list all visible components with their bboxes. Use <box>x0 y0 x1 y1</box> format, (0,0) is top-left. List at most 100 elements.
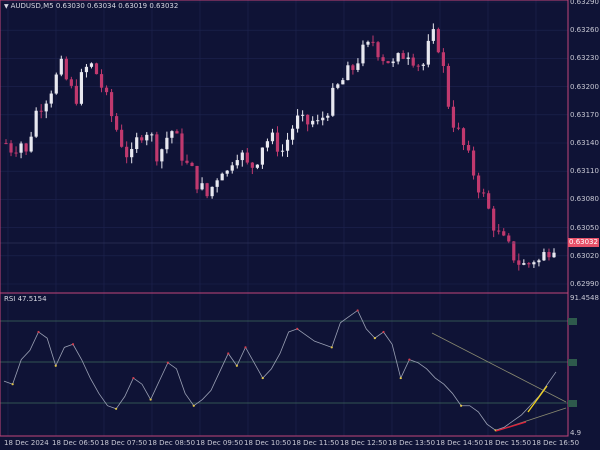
rsi-peak-dot <box>356 309 359 312</box>
candle <box>200 177 204 191</box>
candle <box>59 55 63 77</box>
candle <box>210 186 214 199</box>
candle <box>120 124 124 148</box>
price-tick-label: 0.63260 <box>570 26 599 35</box>
candle <box>416 63 420 72</box>
candle <box>537 258 541 267</box>
price-tick-label: 0.63140 <box>570 139 599 147</box>
candle <box>527 262 531 268</box>
candle <box>542 248 546 262</box>
rsi-trough-dot <box>192 404 195 407</box>
candle <box>14 146 18 157</box>
candle <box>260 147 265 169</box>
trendline-yellow[interactable] <box>527 385 548 413</box>
candle <box>466 140 471 153</box>
candle <box>396 52 400 65</box>
price-tick-label: 0.63020 <box>570 251 599 260</box>
candle <box>507 233 511 244</box>
candle <box>270 128 275 145</box>
candle <box>547 248 551 261</box>
candle <box>94 62 99 75</box>
price-tick-label: 0.63290 <box>570 0 599 6</box>
rsi-level-marker <box>568 359 577 366</box>
rsi-peak-dot <box>244 346 247 349</box>
candle <box>306 114 310 132</box>
candle <box>326 113 330 122</box>
rsi-tick-label: 4.9 <box>570 429 582 437</box>
candle <box>215 178 219 193</box>
chart-window[interactable]: ▼ AUDUSD,M5 0.63030 0.63034 0.63019 0.630… <box>0 0 600 450</box>
rsi-peak-dot <box>382 330 385 334</box>
candle <box>84 63 89 78</box>
trendline-upper[interactable] <box>431 332 567 403</box>
trendline-red[interactable] <box>495 421 527 432</box>
candle <box>301 110 305 122</box>
candle <box>371 35 375 47</box>
candle <box>492 205 496 238</box>
candle <box>311 116 315 128</box>
price-tick-label: 0.63050 <box>570 223 599 232</box>
candle <box>39 104 43 119</box>
rsi-trough-dot <box>235 364 238 367</box>
rsi-trough-dot <box>399 376 402 380</box>
rsi-peak-dot <box>227 352 230 355</box>
rsi-level-marker <box>568 318 577 325</box>
candle <box>497 224 501 235</box>
candle <box>321 111 325 126</box>
candle <box>155 131 159 166</box>
candle <box>140 135 144 143</box>
candle <box>49 90 53 108</box>
candle <box>150 132 154 142</box>
rsi-pane-frame <box>0 292 569 437</box>
candle <box>19 141 23 159</box>
candle <box>185 154 189 165</box>
candle <box>245 148 249 165</box>
price-tick-label: 0.62990 <box>570 280 599 288</box>
candle <box>240 150 244 167</box>
current-price-tag: 0.63032 <box>568 238 599 247</box>
price-candles <box>4 23 556 271</box>
candle <box>431 23 435 44</box>
candle <box>130 142 134 164</box>
candle <box>265 138 270 152</box>
candle <box>34 107 38 138</box>
candle <box>175 129 179 134</box>
time-tick-label: 18 Dec 06:50 <box>52 439 100 447</box>
candle <box>205 182 209 199</box>
candle <box>446 63 451 110</box>
rsi-trough-dot <box>373 337 376 340</box>
price-tick-label: 0.63110 <box>570 167 599 176</box>
time-tick-label: 18 Dec 2024 <box>4 439 49 447</box>
candle <box>125 141 129 164</box>
candle <box>44 100 48 119</box>
rsi-level-marker <box>568 400 577 407</box>
candle <box>386 60 390 64</box>
price-tick-label: 0.63200 <box>570 82 599 91</box>
candle <box>280 144 285 157</box>
candle <box>451 100 456 133</box>
candle <box>461 127 466 151</box>
candle <box>411 53 415 68</box>
rsi-trough-dot <box>330 346 333 349</box>
rsi-peak-dot <box>408 358 411 361</box>
triangle-down-icon[interactable]: ▼ <box>4 2 9 11</box>
candle <box>522 259 526 266</box>
candle <box>190 161 194 167</box>
candle <box>170 130 174 144</box>
candle <box>346 61 350 81</box>
candle <box>421 62 425 71</box>
candle <box>135 132 139 153</box>
time-tick-label: 18 Dec 07:50 <box>100 439 148 447</box>
candle <box>376 41 380 61</box>
candle <box>250 162 254 175</box>
candle <box>356 58 360 73</box>
price-tick-label: 0.63230 <box>570 54 599 63</box>
ohlc-values: 0.63030 0.63034 0.63019 0.63032 <box>55 2 179 10</box>
chart-canvas[interactable] <box>0 0 600 450</box>
candle <box>532 260 536 268</box>
candle <box>316 114 320 125</box>
candle <box>436 27 440 54</box>
candle <box>406 52 410 65</box>
candle <box>336 83 340 90</box>
candle <box>64 56 68 81</box>
